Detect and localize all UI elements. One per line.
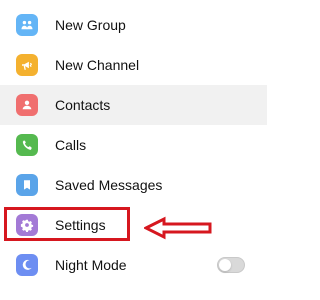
main-menu: New Group New Channel Contacts Calls Sav… xyxy=(0,0,267,300)
moon-icon xyxy=(16,254,38,276)
contact-icon xyxy=(16,94,38,116)
group-icon xyxy=(16,14,38,36)
menu-item-label: Night Mode xyxy=(55,257,127,273)
menu-item-label: Settings xyxy=(55,217,106,233)
menu-item-new-channel[interactable]: New Channel xyxy=(0,45,267,85)
menu-item-contacts[interactable]: Contacts xyxy=(0,85,267,125)
gear-icon xyxy=(16,214,38,236)
menu-item-new-group[interactable]: New Group xyxy=(0,5,267,45)
menu-item-calls[interactable]: Calls xyxy=(0,125,267,165)
toggle-knob xyxy=(219,259,231,271)
menu-item-label: New Channel xyxy=(55,57,140,73)
menu-item-label: New Group xyxy=(55,17,126,33)
phone-icon xyxy=(16,134,38,156)
menu-item-label: Calls xyxy=(55,137,87,153)
bookmark-icon xyxy=(16,174,38,196)
menu-item-saved-messages[interactable]: Saved Messages xyxy=(0,165,267,205)
night-mode-toggle[interactable] xyxy=(217,257,245,273)
menu-item-night-mode[interactable]: Night Mode xyxy=(0,245,267,285)
menu-item-label: Saved Messages xyxy=(55,177,163,193)
menu-item-settings[interactable]: Settings xyxy=(0,205,267,245)
menu-item-label: Contacts xyxy=(55,97,111,113)
megaphone-icon xyxy=(16,54,38,76)
